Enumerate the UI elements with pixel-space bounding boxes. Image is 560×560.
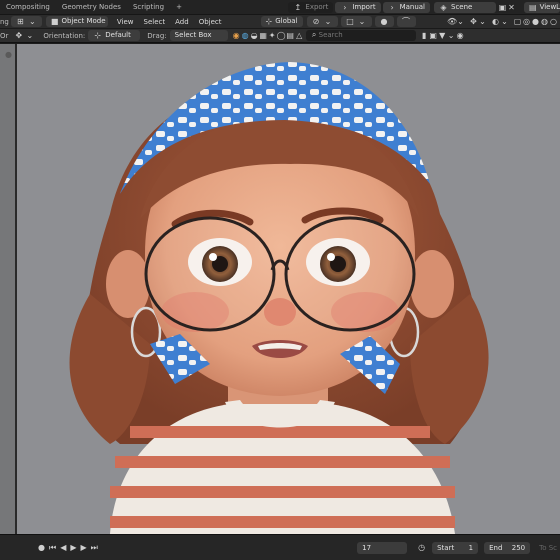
scene-icon: ◈ [440, 2, 447, 12]
proportional-icon: ● [380, 17, 388, 26]
overlay-icon[interactable]: ◐ [491, 17, 500, 26]
shield-icon[interactable]: ◉ [456, 31, 465, 40]
physics-icon[interactable]: ◯ [277, 31, 286, 40]
chevron-down-icon[interactable]: ⌄ [500, 17, 509, 26]
shading-rendered-icon[interactable]: ○ [549, 17, 558, 26]
constraints-icon[interactable]: ▤ [286, 31, 295, 40]
delete-scene-icon[interactable]: ✕ [507, 3, 516, 12]
search-icon: ⌕ [311, 30, 317, 39]
left-area-edge-text: Or [0, 31, 9, 40]
menu-add[interactable]: Add [170, 18, 194, 26]
visibility-icon[interactable]: 👁 [447, 17, 457, 26]
record-icon[interactable]: ● [36, 543, 47, 552]
menu-view[interactable]: View [112, 18, 139, 26]
manual-button[interactable]: › Manual [382, 1, 430, 13]
play-icon[interactable]: ▶ [68, 543, 78, 552]
render-icon[interactable]: ◉ [232, 31, 241, 40]
key-icon[interactable]: ▣ [429, 31, 438, 40]
workspace-tab-geometry-nodes[interactable]: Geometry Nodes [56, 0, 127, 14]
filter-icon[interactable]: ▼ [438, 31, 447, 40]
current-frame-field[interactable]: 17 [357, 541, 408, 554]
timeline-bar: ● ⏮ ◀ ▶ ▶ ⏭ 17 ◷ Start 1 End 250 To Sc [0, 534, 560, 560]
texture-icon[interactable]: ▦ [259, 31, 268, 40]
orientation-label: Orientation: [43, 31, 86, 40]
transform-orientation-dropdown[interactable]: ⊹ Global [260, 16, 303, 27]
particles-icon[interactable]: ✦ [268, 31, 277, 40]
tool-header: Or ✥ ⌄ Orientation: ⊹ Default Drag: Selec… [0, 28, 560, 43]
chevron-down-icon[interactable]: ⌄ [447, 31, 456, 40]
chevron-down-icon[interactable]: ⌄ [456, 17, 465, 26]
editor-type-selector[interactable]: ⊞ ⌄ [10, 16, 42, 27]
view-layer-icon: ▤ [529, 2, 537, 12]
chevron-down-icon: ⌄ [358, 17, 366, 26]
jump-start-icon[interactable]: ⏮ [47, 543, 58, 553]
bookmark-icon[interactable]: ▮ [420, 31, 429, 40]
right-ear [410, 250, 454, 318]
jump-end-icon[interactable]: ⏭ [89, 543, 100, 553]
shading-solid-icon[interactable]: ● [531, 17, 540, 26]
character-render [69, 62, 489, 534]
left-area-edge-text: ng [0, 17, 9, 26]
xray-icon[interactable]: ▢ [513, 17, 522, 26]
world-icon[interactable]: ◍ [241, 31, 250, 40]
glasses-left-lens [144, 216, 276, 332]
material-icon[interactable]: ◒ [250, 31, 259, 40]
snap-icon: □ [346, 17, 354, 26]
chevron-down-icon: ⌄ [29, 17, 36, 26]
workspace-tab-compositing[interactable]: Compositing [0, 0, 56, 14]
add-workspace-button[interactable]: + [170, 0, 188, 14]
object-mode-dropdown[interactable]: ■ Object Mode [45, 16, 108, 27]
new-scene-icon[interactable]: ▣ [498, 3, 507, 12]
shading-material-icon[interactable]: ◍ [540, 17, 549, 26]
import-icon: › [343, 2, 347, 12]
truncated-label: To Sc [539, 543, 557, 552]
orientation-dropdown[interactable]: ⊹ Default [88, 30, 141, 41]
proportional-editing-toggle[interactable]: ● [374, 16, 394, 27]
scene-selector[interactable]: ◈ Scene [434, 1, 496, 13]
nose [264, 298, 296, 326]
prev-keyframe-icon[interactable]: ◀ [58, 543, 68, 552]
manual-icon: › [390, 2, 394, 12]
snap-dropdown[interactable]: □ ⌄ [340, 16, 372, 27]
menu-object[interactable]: Object [194, 18, 227, 26]
object-mode-icon: ■ [50, 17, 59, 26]
export-button[interactable]: ↥ Export [288, 1, 334, 13]
chevron-down-icon: ⌄ [324, 17, 332, 26]
data-icon[interactable]: △ [295, 31, 304, 40]
next-keyframe-icon[interactable]: ▶ [79, 543, 89, 552]
chevron-down-icon[interactable]: ⌄ [478, 17, 487, 26]
end-frame-field[interactable]: End 250 [484, 541, 531, 554]
workspace-bar: Compositing Geometry Nodes Scripting + ↥… [0, 0, 560, 14]
drag-dropdown[interactable]: Select Box [169, 30, 228, 41]
viewport-icon: ⊞ [17, 17, 24, 26]
search-input[interactable]: ⌕ Search [305, 30, 416, 41]
clock-icon[interactable]: ◷ [417, 543, 426, 552]
import-button[interactable]: › Import [335, 1, 381, 13]
shading-wireframe-icon[interactable]: ◎ [522, 17, 531, 26]
pivot-point-dropdown[interactable]: ⊘ ⌄ [306, 16, 338, 27]
3d-viewport[interactable]: ● [0, 44, 560, 534]
export-icon: ↥ [294, 2, 302, 12]
drag-label: Drag: [147, 31, 167, 40]
menu-select[interactable]: Select [139, 18, 171, 26]
orientation-icon: ⊹ [265, 17, 273, 26]
pivot-icon: ⊘ [312, 17, 320, 26]
viewport-header: ng ⊞ ⌄ ■ Object Mode View Select Add Obje… [0, 14, 560, 28]
proportional-falloff-dropdown[interactable]: ⌒ [396, 16, 416, 27]
view-layer-selector[interactable]: ▤ ViewL [524, 1, 560, 13]
start-frame-field[interactable]: Start 1 [432, 541, 479, 554]
move-tool-icon[interactable]: ✥ [14, 31, 23, 40]
falloff-icon: ⌒ [402, 17, 410, 26]
orientation-icon: ⊹ [94, 31, 102, 40]
workspace-tab-scripting[interactable]: Scripting [127, 0, 170, 14]
gizmo-icon[interactable]: ✥ [469, 17, 478, 26]
glasses-right-lens [284, 216, 416, 332]
chevron-down-icon[interactable]: ⌄ [25, 31, 34, 40]
